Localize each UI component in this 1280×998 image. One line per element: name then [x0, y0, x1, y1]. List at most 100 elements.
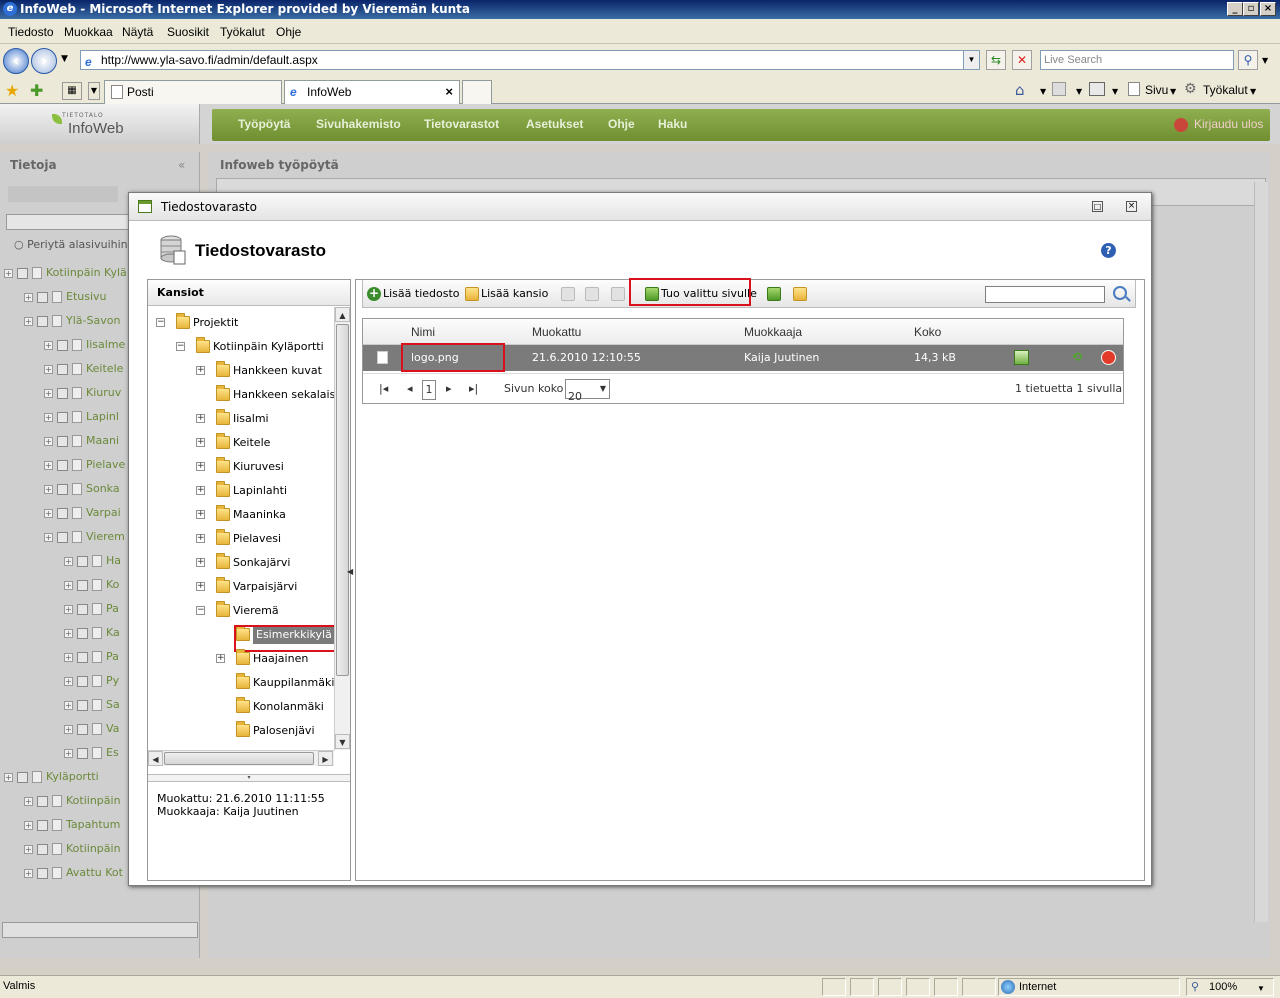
tools-menu[interactable]: Työkalut	[1203, 83, 1248, 97]
page-tree-item[interactable]: + Varpai	[44, 506, 121, 519]
collapse-icon[interactable]: «	[178, 158, 185, 172]
help-icon[interactable]: ?	[1101, 243, 1116, 258]
folder-node[interactable]: + Kiuruvesi	[148, 457, 334, 477]
expand-icon[interactable]: +	[24, 316, 33, 326]
search-icon[interactable]	[1113, 286, 1127, 300]
expand-icon[interactable]: +	[44, 364, 53, 374]
expand-icon[interactable]: +	[44, 340, 53, 350]
page-tree-item[interactable]: + Avattu Kot	[24, 866, 123, 879]
checkbox[interactable]	[77, 723, 88, 735]
quick-tabs-icon[interactable]: ▦	[62, 82, 82, 100]
folder-vscrollbar[interactable]: ▲ ▼	[334, 307, 350, 750]
favorites-star-icon[interactable]: ★	[5, 81, 19, 100]
page-tree-item[interactable]: + Sonka	[44, 482, 120, 495]
feeds-icon[interactable]	[1052, 82, 1066, 96]
folder-node[interactable]: Hankkeen sekalaiset	[148, 385, 334, 405]
expand-icon[interactable]: +	[24, 868, 33, 878]
page-tree-item[interactable]: + Vierem	[44, 530, 125, 543]
copy-button[interactable]	[585, 287, 601, 301]
folder-node[interactable]: + Haajainen	[148, 649, 334, 669]
expand-icon[interactable]: +	[196, 414, 205, 423]
panel-splitter[interactable]: ▾	[148, 774, 350, 782]
print-dropdown-icon[interactable]: ▼	[1112, 87, 1118, 96]
stop-icon[interactable]: ✕	[1012, 50, 1032, 70]
page-tree-item[interactable]: + Tapahtum	[24, 818, 120, 831]
print-icon[interactable]	[1089, 82, 1105, 96]
folder-node[interactable]: + Hankkeen kuvat	[148, 361, 334, 381]
expand-icon[interactable]: +	[64, 628, 73, 638]
cut-button[interactable]	[561, 287, 577, 301]
expand-icon[interactable]: +	[196, 438, 205, 447]
expand-icon[interactable]: +	[24, 796, 33, 806]
expand-icon[interactable]: +	[44, 412, 53, 422]
checkbox[interactable]	[77, 747, 88, 759]
checkbox[interactable]	[77, 603, 88, 615]
expand-icon[interactable]: +	[24, 820, 33, 830]
checkbox[interactable]	[37, 315, 48, 327]
folder-node[interactable]: + Sonkajärvi	[148, 553, 334, 573]
checkbox[interactable]	[37, 843, 48, 855]
splitter-collapse-icon[interactable]: ◀	[347, 565, 353, 579]
back-button[interactable]: ‹	[3, 48, 29, 74]
maximize-button[interactable]: ▫	[1243, 2, 1259, 16]
page-tree-item[interactable]: + Ko	[64, 578, 119, 591]
expand-icon[interactable]: +	[64, 676, 73, 686]
folder-node[interactable]: Kauppilanmäki	[148, 673, 334, 693]
page-tree-item[interactable]: + Kyläportti	[4, 770, 99, 783]
next-page-icon[interactable]: ▸	[446, 382, 452, 395]
nav-haku[interactable]: Haku	[658, 117, 687, 131]
nav-sivuhakemisto[interactable]: Sivuhakemisto	[316, 117, 401, 131]
page-tree-item[interactable]: + Iisalme	[44, 338, 125, 351]
page-dropdown-icon[interactable]: ▼	[1170, 87, 1176, 96]
menu-file[interactable]: Tiedosto	[8, 25, 54, 39]
page-tree-item[interactable]: + Kiuruv	[44, 386, 121, 399]
download-button[interactable]	[793, 287, 809, 301]
page-tree-item[interactable]: + Pielave	[44, 458, 125, 471]
checkbox[interactable]	[77, 579, 88, 591]
checkbox[interactable]	[57, 387, 68, 399]
expand-icon[interactable]: +	[44, 388, 53, 398]
checkbox[interactable]	[57, 339, 68, 351]
checkbox[interactable]	[77, 627, 88, 639]
add-folder-button[interactable]: Lisää kansio	[465, 287, 548, 301]
file-search-input[interactable]	[985, 286, 1105, 303]
close-tab-icon[interactable]: ×	[445, 81, 453, 103]
expand-icon[interactable]: +	[196, 510, 205, 519]
inherit-radio[interactable]: ○ Periytä alasivuihin	[14, 238, 128, 251]
add-favorite-icon[interactable]: ✚	[30, 81, 43, 100]
tab-posti[interactable]: Posti	[104, 80, 282, 104]
page-tree-item[interactable]: + Maani	[44, 434, 119, 447]
folder-node[interactable]: − Kotiinpäin Kyläportti	[148, 337, 334, 357]
hscroll-thumb[interactable]	[164, 752, 314, 765]
page-tree-item[interactable]: + Kotiinpäin Kylä	[4, 266, 127, 279]
page-size-select[interactable]: 20 ▼	[565, 379, 610, 403]
last-page-icon[interactable]: ▸|	[469, 382, 478, 395]
page-tree-item[interactable]: + Pa	[64, 602, 119, 615]
history-dropdown-icon[interactable]: ▼	[61, 54, 68, 64]
collapse-icon[interactable]: −	[196, 606, 205, 615]
folder-node[interactable]: − Vieremä	[148, 601, 334, 621]
refresh-icon[interactable]: ⇆	[986, 50, 1006, 70]
address-dropdown-icon[interactable]: ▼	[963, 51, 979, 69]
expand-icon[interactable]: +	[196, 462, 205, 471]
collapse-icon[interactable]: −	[176, 342, 185, 351]
page-tree-item[interactable]: + Etusivu	[24, 290, 107, 303]
tab-infoweb[interactable]: e InfoWeb ×	[284, 80, 460, 104]
first-page-icon[interactable]: |◂	[379, 382, 388, 395]
page-tree-item[interactable]: + Py	[64, 674, 119, 687]
page-tree-item[interactable]: + Lapinl	[44, 410, 119, 423]
prev-page-icon[interactable]: ◂	[407, 382, 413, 395]
feeds-dropdown-icon[interactable]: ▼	[1076, 87, 1082, 96]
page-menu[interactable]: Sivu	[1145, 83, 1168, 97]
nav-ohje[interactable]: Ohje	[608, 117, 635, 131]
page-tree-item[interactable]: + Ylä-Savon	[24, 314, 120, 327]
home-icon[interactable]: ⌂	[1015, 81, 1025, 99]
expand-icon[interactable]: +	[64, 556, 73, 566]
scroll-down-icon[interactable]: ▼	[335, 734, 350, 749]
expand-icon[interactable]: +	[64, 604, 73, 614]
menu-favorites[interactable]: Suosikit	[167, 25, 209, 39]
move-button[interactable]	[767, 287, 783, 301]
expand-icon[interactable]: +	[64, 724, 73, 734]
zoom-control[interactable]: ⚲ 100% ▼	[1186, 978, 1274, 996]
new-tab-button[interactable]	[462, 80, 492, 104]
